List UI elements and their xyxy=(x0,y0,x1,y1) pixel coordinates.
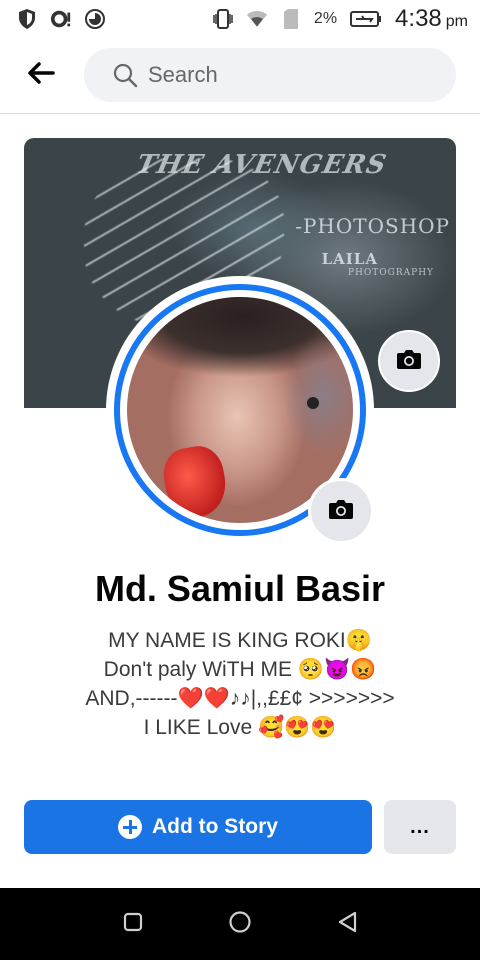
bio-line: MY NAME IS KING ROKI🤫 xyxy=(108,629,372,652)
more-options-button[interactable]: ... xyxy=(384,800,456,854)
cover-text-photography: PHOTOGRAPHY xyxy=(348,268,434,278)
camera-icon xyxy=(328,498,354,525)
status-right: 2% 4:38 pm xyxy=(212,5,468,33)
bio-line: I LIKE Love 🥰😍😍 xyxy=(143,716,337,739)
home-button[interactable] xyxy=(220,904,260,944)
back-nav-button[interactable] xyxy=(327,904,367,944)
home-circle-icon xyxy=(228,910,252,939)
battery-charging-icon xyxy=(349,8,383,30)
bio-line: AND,------❤️❤️♪♪|,,££¢ >>>>>>> xyxy=(85,687,395,710)
arrow-left-icon xyxy=(27,61,55,89)
notification-icon xyxy=(50,8,72,30)
avatar-tongue xyxy=(159,442,231,522)
search-input[interactable] xyxy=(148,62,408,88)
cover-text-avengers: THE AVENGERS xyxy=(133,150,390,180)
cover-text-photoshop: -PHOTOSHOP xyxy=(295,214,450,238)
add-to-story-button[interactable]: Add to Story xyxy=(24,800,372,854)
edit-profile-picture-button[interactable] xyxy=(308,478,374,544)
add-to-story-label: Add to Story xyxy=(152,815,278,838)
back-button[interactable] xyxy=(26,61,56,89)
back-triangle-icon xyxy=(336,910,358,939)
sim-icon xyxy=(280,8,302,30)
data-saver-icon xyxy=(84,8,106,30)
bio-line: Don't paly WiTH ME 🥺😈😡 xyxy=(103,658,377,681)
wifi-icon xyxy=(246,8,268,30)
profile-bio: MY NAME IS KING ROKI🤫 Don't paly WiTH ME… xyxy=(0,626,480,742)
clock-time: 4:38 xyxy=(395,5,442,32)
cover-text-laila: LAILA xyxy=(321,250,378,268)
system-nav-bar xyxy=(0,888,480,960)
clock: 4:38 pm xyxy=(395,5,468,33)
status-bar: 2% 4:38 pm xyxy=(0,0,480,38)
edit-cover-button[interactable] xyxy=(378,330,440,392)
profile-name: Md. Samiul Basir xyxy=(94,568,386,609)
search-header xyxy=(0,38,480,114)
vibrate-icon xyxy=(212,8,234,30)
search-icon xyxy=(112,62,138,88)
shield-icon xyxy=(16,8,38,30)
recents-square-icon xyxy=(122,911,144,938)
avatar-earring xyxy=(307,397,319,409)
recents-button[interactable] xyxy=(113,904,153,944)
battery-percent: 2% xyxy=(313,10,338,27)
camera-icon xyxy=(396,348,422,375)
search-bar[interactable] xyxy=(84,48,456,102)
clock-ampm: pm xyxy=(445,13,468,30)
plus-circle-icon xyxy=(118,815,142,839)
status-left xyxy=(16,8,106,30)
